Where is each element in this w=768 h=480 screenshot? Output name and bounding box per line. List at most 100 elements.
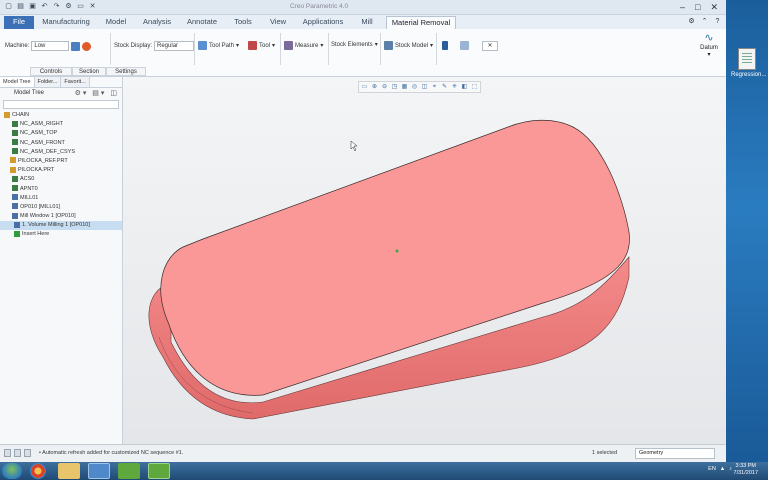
- save-icon[interactable]: ▣: [28, 2, 37, 11]
- tree-item[interactable]: NC_ASM_RIGHT: [0, 120, 122, 129]
- window-title: Creo Parametric 4.0: [290, 3, 349, 10]
- tree-item[interactable]: MILL01: [0, 194, 122, 203]
- desktop: Regression...: [726, 0, 768, 462]
- info-button[interactable]: [442, 41, 448, 50]
- creo-icon[interactable]: [118, 463, 140, 479]
- part-icon: [10, 157, 16, 164]
- language-indicator[interactable]: EN: [708, 466, 716, 472]
- copy-button[interactable]: [460, 41, 469, 50]
- maximize-icon[interactable]: □: [695, 1, 700, 13]
- windows-icon[interactable]: ▭: [76, 2, 85, 11]
- tree-search-input[interactable]: [3, 100, 119, 109]
- insert-arrow-icon: [14, 230, 20, 237]
- grid-icon[interactable]: [14, 449, 21, 457]
- tree-item[interactable]: NC_ASM_DEF_CSYS: [0, 148, 122, 157]
- message-log-icon[interactable]: [24, 449, 31, 457]
- open-icon[interactable]: ▤: [16, 2, 25, 11]
- tab-applications[interactable]: Applications: [298, 16, 348, 29]
- close-window-icon[interactable]: ✕: [710, 1, 718, 13]
- tree-item[interactable]: CHAIN: [0, 111, 122, 120]
- tab-folder-browser[interactable]: Folder...: [34, 77, 62, 87]
- tab-settings[interactable]: Settings: [106, 67, 146, 76]
- title-bar: ▢ ▤ ▣ ↶ ↷ ⚙ ▭ ✕ Creo Parametric 4.0 – □ …: [0, 0, 726, 15]
- tree-item[interactable]: PILOCKA.PRT: [0, 166, 122, 175]
- tab-mill[interactable]: Mill: [354, 16, 380, 29]
- tree-item-label: 1. Volume Milling 1 [OP010]: [22, 222, 90, 229]
- tab-favorites[interactable]: Favorit...: [61, 77, 90, 87]
- close-removal-button[interactable]: ✕: [482, 41, 498, 51]
- minimize-icon[interactable]: –: [680, 1, 685, 13]
- navigator-tabs: Model Tree Folder... Favorit...: [0, 77, 122, 88]
- desktop-shortcut[interactable]: Regression...: [731, 48, 766, 78]
- minimize-ribbon-icon[interactable]: ⌃: [700, 17, 709, 26]
- settings-icon[interactable]: ⚙: [687, 17, 696, 26]
- tree-item[interactable]: PILOCKA_REF.PRT: [0, 157, 122, 166]
- stock-model-button[interactable]: Stock Model ▾: [384, 41, 433, 50]
- tree-item[interactable]: OP010 [MILL01]: [0, 203, 122, 212]
- status-icons: [4, 449, 31, 457]
- tool-path-button[interactable]: Tool Path ▾: [198, 41, 239, 50]
- ribbon-tabs: File Manufacturing Model Analysis Annota…: [0, 15, 726, 29]
- clock[interactable]: 3:33 PM 7/31/2017: [734, 463, 758, 477]
- close-icon[interactable]: ✕: [88, 2, 97, 11]
- stop-icon[interactable]: [82, 41, 92, 51]
- document-icon: [738, 48, 756, 70]
- layout-icon[interactable]: [4, 449, 11, 457]
- datum-point-icon: [12, 185, 18, 192]
- graphics-window[interactable]: ▭ ⊕ ⊖ ◳ ▦ ◎ ◫ ⌖ ✎ ✳ ◧ ⬚: [123, 77, 726, 444]
- stock-icon[interactable]: [71, 41, 81, 51]
- file-explorer-icon[interactable]: [58, 463, 80, 479]
- app-window-icon[interactable]: [88, 463, 110, 479]
- tab-section[interactable]: Section: [72, 67, 106, 76]
- tree-item-label: ACS0: [20, 176, 35, 183]
- model-tree-title: Model Tree: [14, 90, 45, 96]
- chevron-down-icon: ▾: [707, 52, 711, 58]
- tab-tools[interactable]: Tools: [228, 16, 258, 29]
- start-button[interactable]: [2, 463, 22, 479]
- sequence-icon: [14, 221, 20, 228]
- tab-file[interactable]: File: [4, 16, 34, 29]
- tool-path-icon: [198, 41, 207, 50]
- datum-icon: ∿: [704, 32, 714, 44]
- measure-button[interactable]: Measure ▾: [284, 41, 323, 50]
- tree-item[interactable]: Insert Here: [0, 230, 122, 239]
- new-icon[interactable]: ▢: [4, 2, 13, 11]
- tree-options-icons[interactable]: ⚙▾ ▤▾ ◫: [75, 88, 119, 99]
- stock-elements-button[interactable]: Stock Elements ▾: [331, 41, 378, 49]
- tree-item[interactable]: NC_ASM_TOP: [0, 129, 122, 138]
- tool-icon: [248, 41, 257, 50]
- tree-item[interactable]: NC_ASM_FRONT: [0, 139, 122, 148]
- operation-icon: [12, 203, 18, 210]
- tab-material-removal[interactable]: Material Removal: [386, 16, 456, 29]
- tree-item[interactable]: 1. Volume Milling 1 [OP010]: [0, 221, 122, 231]
- tree-item[interactable]: ACS0: [0, 175, 122, 184]
- tab-model-tree[interactable]: Model Tree: [0, 77, 35, 87]
- volume-icon[interactable]: ♪: [729, 466, 732, 472]
- datum-plane-icon: [12, 129, 18, 136]
- help-icon[interactable]: ?: [713, 17, 722, 26]
- tree-item[interactable]: APNT0: [0, 185, 122, 194]
- network-icon[interactable]: ▲: [720, 466, 725, 472]
- stock-display-select[interactable]: Regular: [154, 41, 195, 51]
- tab-annotate[interactable]: Annotate: [182, 16, 222, 29]
- undo-icon[interactable]: ↶: [40, 2, 49, 11]
- taskbar: EN ▲ ♪ 3:33 PM 7/31/2017: [0, 462, 768, 480]
- tab-model[interactable]: Model: [100, 16, 132, 29]
- tab-view[interactable]: View: [264, 16, 292, 29]
- tab-manufacturing[interactable]: Manufacturing: [40, 16, 92, 29]
- redo-icon[interactable]: ↷: [52, 2, 61, 11]
- machine-select[interactable]: Low: [31, 41, 70, 51]
- datum-button[interactable]: ∿ Datum ▾: [698, 31, 720, 58]
- tree-item-label: Mill Window 1 [OP010]: [20, 213, 76, 220]
- tree-item[interactable]: Mill Window 1 [OP010]: [0, 212, 122, 221]
- tab-analysis[interactable]: Analysis: [140, 16, 174, 29]
- tab-controls[interactable]: Controls: [30, 67, 72, 76]
- regenerate-icon[interactable]: ⚙: [64, 2, 73, 11]
- creo-active-icon[interactable]: [148, 463, 170, 479]
- chrome-icon[interactable]: [30, 463, 46, 479]
- selection-filter-select[interactable]: Geometry: [635, 448, 715, 459]
- clock-date: 7/31/2017: [733, 470, 758, 476]
- tool-button[interactable]: Tool ▾: [248, 41, 275, 50]
- spin-center-icon-marker: [395, 249, 399, 253]
- part-icon: [10, 166, 16, 173]
